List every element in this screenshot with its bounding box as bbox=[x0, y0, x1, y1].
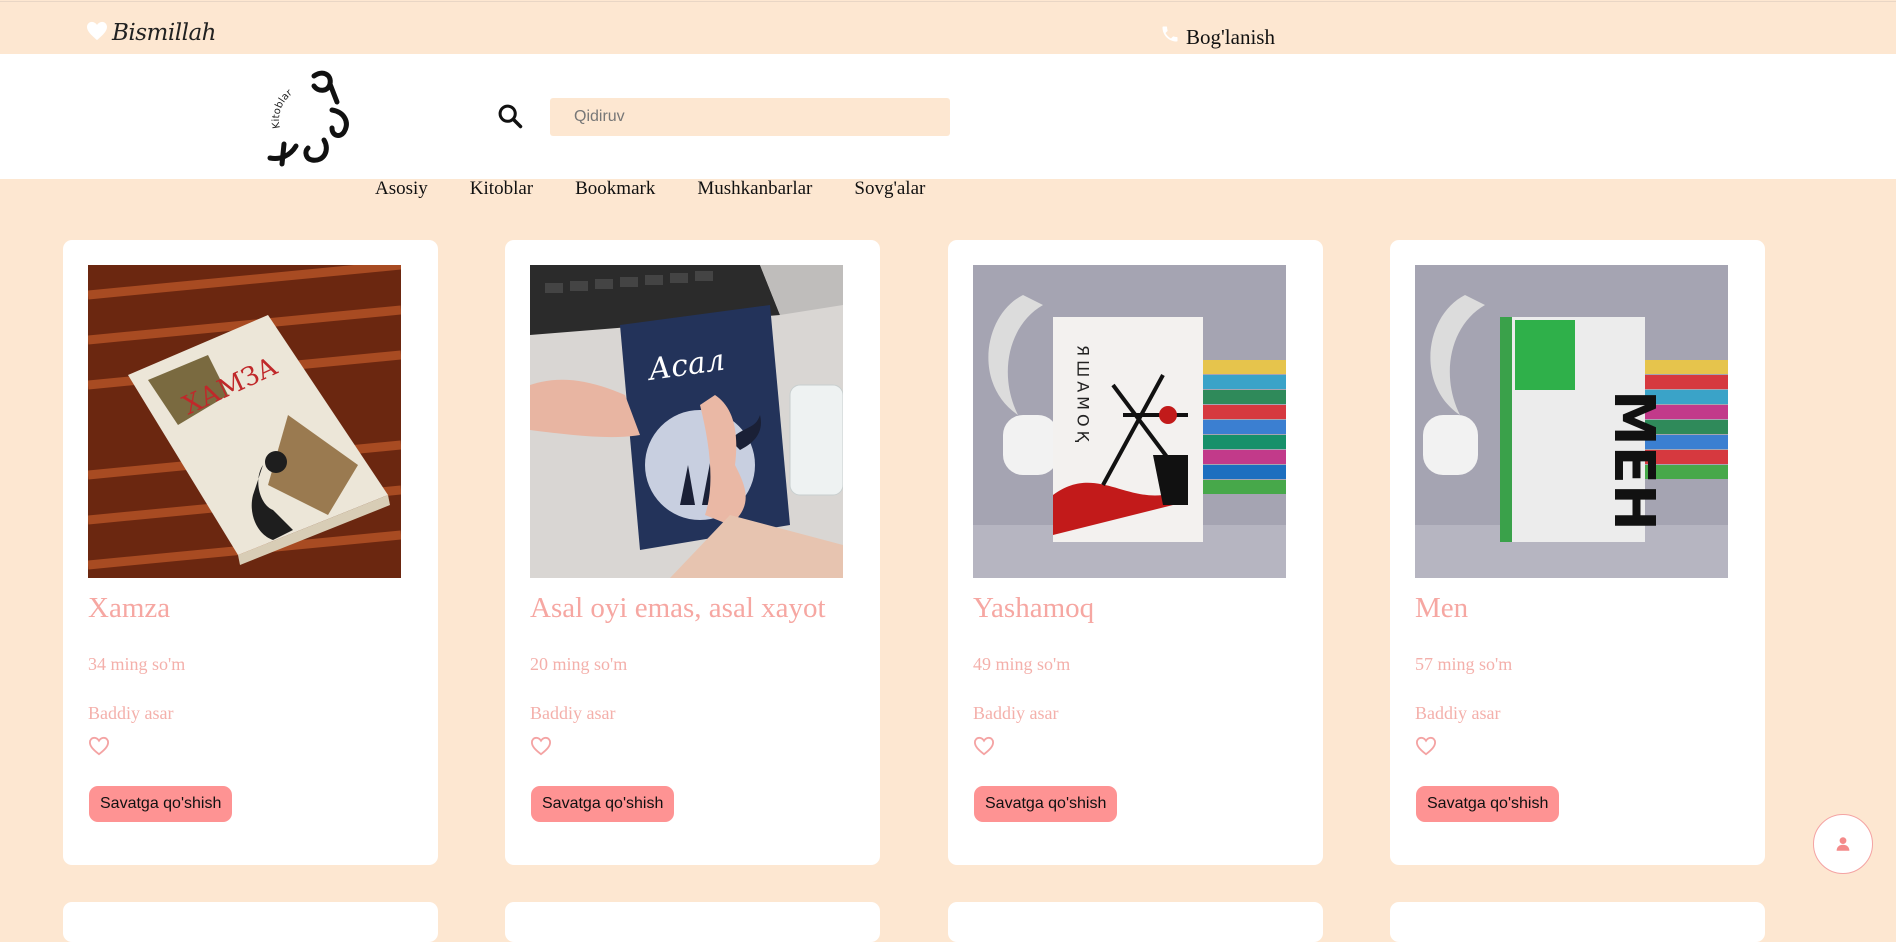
logo-arc-text: Kitoblar bbox=[271, 87, 295, 129]
top-bar: Bismillah Bog'lanish bbox=[0, 1, 1896, 55]
product-genre: Baddiy asar bbox=[88, 703, 174, 723]
heart-outline-icon[interactable] bbox=[88, 736, 110, 758]
main-nav: Asosiy Kitoblar Bookmark Mushkanbarlar S… bbox=[375, 178, 967, 200]
search-icon[interactable] bbox=[496, 102, 526, 132]
heart-outline-icon[interactable] bbox=[973, 736, 995, 758]
product-title[interactable]: Xamza bbox=[88, 592, 170, 625]
product-cover-image[interactable]: ЯШАМОҚ bbox=[973, 265, 1286, 578]
brand: Bismillah bbox=[86, 20, 216, 46]
product-genre: Baddiy asar bbox=[973, 703, 1059, 723]
nav-bookmark[interactable]: Bookmark bbox=[575, 178, 655, 200]
user-icon[interactable] bbox=[1813, 814, 1873, 874]
add-to-cart-button[interactable]: Savatga qo'shish bbox=[1416, 786, 1560, 822]
add-to-cart-button[interactable]: Savatga qo'shish bbox=[974, 786, 1118, 822]
product-card[interactable]: МЕН Men 57 ming so'm Baddiy asar Savatga… bbox=[1390, 240, 1765, 865]
product-title[interactable]: Asal oyi emas, asal xayot bbox=[530, 592, 826, 625]
contact-link[interactable]: Bog'lanish bbox=[1160, 24, 1275, 50]
product-card-partial[interactable] bbox=[63, 902, 438, 942]
product-title[interactable]: Yashamoq bbox=[973, 592, 1094, 625]
product-card[interactable]: ЯШАМОҚ Yashamoq 49 ming so'm Baddiy asar… bbox=[948, 240, 1323, 865]
product-title[interactable]: Men bbox=[1415, 592, 1468, 625]
product-card-partial[interactable] bbox=[505, 902, 880, 942]
product-genre: Baddiy asar bbox=[1415, 703, 1501, 723]
search-input[interactable] bbox=[550, 98, 950, 136]
brand-text: Bismillah bbox=[112, 20, 216, 46]
product-price: 20 ming so'm bbox=[530, 654, 628, 674]
add-to-cart-button[interactable]: Savatga qo'shish bbox=[531, 786, 675, 822]
product-card[interactable]: ХАМЗА Xamza 34 ming so'm Baddiy asar Sav… bbox=[63, 240, 438, 865]
logo[interactable]: Kitoblar bbox=[262, 66, 362, 171]
product-card[interactable]: Асал Asal oyi emas, asal xayot 20 ming s… bbox=[505, 240, 880, 865]
nav-kitoblar[interactable]: Kitoblar bbox=[470, 178, 533, 200]
cover-title-text: ЯШАМОҚ bbox=[1074, 345, 1093, 446]
product-price: 57 ming so'm bbox=[1415, 654, 1513, 674]
phone-icon bbox=[1160, 24, 1180, 50]
product-cover-image[interactable]: Асал bbox=[530, 265, 843, 578]
add-to-cart-button[interactable]: Savatga qo'shish bbox=[89, 786, 233, 822]
heart-icon bbox=[86, 21, 108, 46]
product-cover-image[interactable]: ХАМЗА bbox=[88, 265, 401, 578]
nav-asosiy[interactable]: Asosiy bbox=[375, 178, 428, 200]
cover-title-text: МЕН bbox=[1601, 390, 1666, 531]
product-genre: Baddiy asar bbox=[530, 703, 616, 723]
heart-outline-icon[interactable] bbox=[1415, 736, 1437, 758]
nav-sovgalar[interactable]: Sovg'alar bbox=[854, 178, 925, 200]
heart-outline-icon[interactable] bbox=[530, 736, 552, 758]
contact-label: Bog'lanish bbox=[1186, 24, 1275, 49]
nav-mushkanbarlar[interactable]: Mushkanbarlar bbox=[697, 178, 812, 200]
product-price: 34 ming so'm bbox=[88, 654, 186, 674]
product-price: 49 ming so'm bbox=[973, 654, 1071, 674]
product-card-partial[interactable] bbox=[1390, 902, 1765, 942]
product-cover-image[interactable]: МЕН bbox=[1415, 265, 1728, 578]
header: Kitoblar bbox=[0, 54, 1896, 179]
product-card-partial[interactable] bbox=[948, 902, 1323, 942]
svg-text:Kitoblar: Kitoblar bbox=[271, 87, 295, 129]
